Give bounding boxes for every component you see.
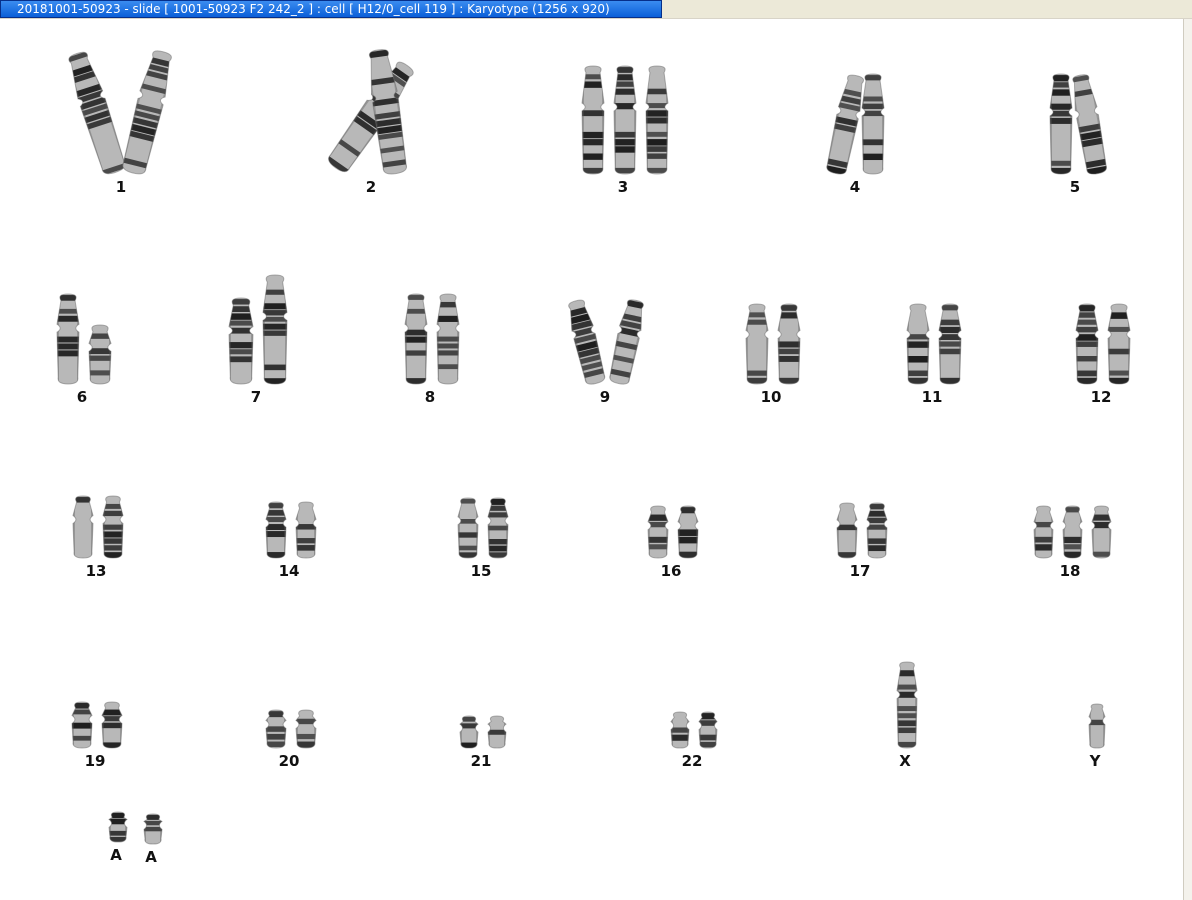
chromosome-image[interactable] (580, 64, 606, 180)
chromosome-image[interactable] (71, 494, 95, 564)
chromosome-image[interactable] (142, 812, 164, 850)
chromosome-image[interactable] (1106, 302, 1132, 390)
chromosome-image[interactable] (264, 500, 288, 564)
chromosome-label: 20 (278, 752, 300, 770)
chromosome-image[interactable] (1074, 302, 1100, 390)
chromosome-image[interactable] (612, 64, 638, 180)
chromosome-label: 16 (660, 562, 682, 580)
chromosome-label: X (899, 752, 911, 770)
chromosome-image[interactable] (1090, 504, 1113, 564)
chromosome-label: A (145, 848, 157, 866)
chromosome-image[interactable] (435, 292, 461, 390)
chromosome-label: 9 (599, 388, 611, 406)
chromosome-image[interactable] (261, 273, 289, 390)
chromosome-label: 8 (424, 388, 436, 406)
chromosome-label: 12 (1090, 388, 1112, 406)
chromosome-label: 19 (84, 752, 106, 770)
chromosome-image[interactable] (486, 714, 508, 754)
chromosome-image[interactable] (744, 302, 770, 390)
chromosome-image[interactable] (294, 708, 318, 754)
chromosome-image[interactable] (117, 46, 178, 182)
chromosome-image[interactable] (87, 323, 113, 390)
chromosome-label: A (110, 846, 122, 864)
chromosome-label: 10 (760, 388, 782, 406)
chromosome-image[interactable] (905, 302, 931, 390)
chromosome-image[interactable] (294, 500, 318, 564)
window-title-bar[interactable]: 20181001-50923 - slide [ 1001-50923 F2 2… (0, 0, 662, 18)
chromosome-image[interactable] (458, 714, 480, 754)
chromosome-image[interactable] (456, 496, 480, 564)
chromosome-image[interactable] (1087, 702, 1107, 754)
chromosome-label: 21 (470, 752, 492, 770)
chromosome-image[interactable] (1032, 504, 1055, 564)
chromosome-label: 22 (681, 752, 703, 770)
chromosome-image[interactable] (264, 708, 288, 754)
chromosome-label: 18 (1059, 562, 1081, 580)
chromosome-image[interactable] (604, 296, 649, 392)
chromosome-image[interactable] (101, 494, 125, 564)
chromosome-image[interactable] (835, 501, 859, 564)
chromosome-image[interactable] (646, 504, 670, 564)
chromosome-label: 17 (849, 562, 871, 580)
chromosome-image[interactable] (697, 710, 719, 754)
chromosome-label: 2 (365, 178, 377, 196)
chromosome-label: 3 (617, 178, 629, 196)
chromosome-image[interactable] (100, 700, 124, 754)
chromosome-image[interactable] (860, 72, 886, 180)
chromosome-label: 6 (76, 388, 88, 406)
chromosome-label: 14 (278, 562, 300, 580)
chromosome-image[interactable] (563, 296, 611, 393)
window-title: 20181001-50923 - slide [ 1001-50923 F2 2… (17, 2, 610, 16)
karyogram: 1 2 3 4 5 6 7 8 9 10 11 12 13 14 15 16 17 18 19 20 21 22 X Y A A (0, 20, 1183, 900)
chromosome-image[interactable] (70, 700, 94, 754)
chromosome-image[interactable] (1061, 504, 1084, 564)
chromosome-image[interactable] (669, 710, 691, 754)
chromosome-image[interactable] (776, 302, 802, 390)
chromosome-image[interactable] (403, 292, 429, 390)
chromosome-image[interactable] (865, 501, 889, 564)
chromosome-image[interactable] (107, 810, 129, 848)
chromosome-image[interactable] (676, 504, 700, 564)
chromosome-image[interactable] (937, 302, 963, 390)
chromosome-image[interactable] (644, 64, 670, 180)
chromosome-label: 13 (85, 562, 107, 580)
chromosome-label: 5 (1069, 178, 1081, 196)
chromosome-label: 15 (470, 562, 492, 580)
chromosome-label: 4 (849, 178, 861, 196)
chromosome-image[interactable] (227, 296, 255, 390)
divider (0, 18, 1192, 19)
title-bar-background (662, 0, 1192, 19)
chromosome-image[interactable] (895, 660, 919, 754)
chromosome-image[interactable] (486, 496, 510, 564)
chromosome-image[interactable] (55, 292, 81, 390)
vertical-scrollbar[interactable] (1183, 19, 1192, 900)
chromosome-label: 1 (115, 178, 127, 196)
chromosome-label: Y (1089, 752, 1101, 770)
chromosome-label: 7 (250, 388, 262, 406)
chromosome-label: 11 (921, 388, 943, 406)
